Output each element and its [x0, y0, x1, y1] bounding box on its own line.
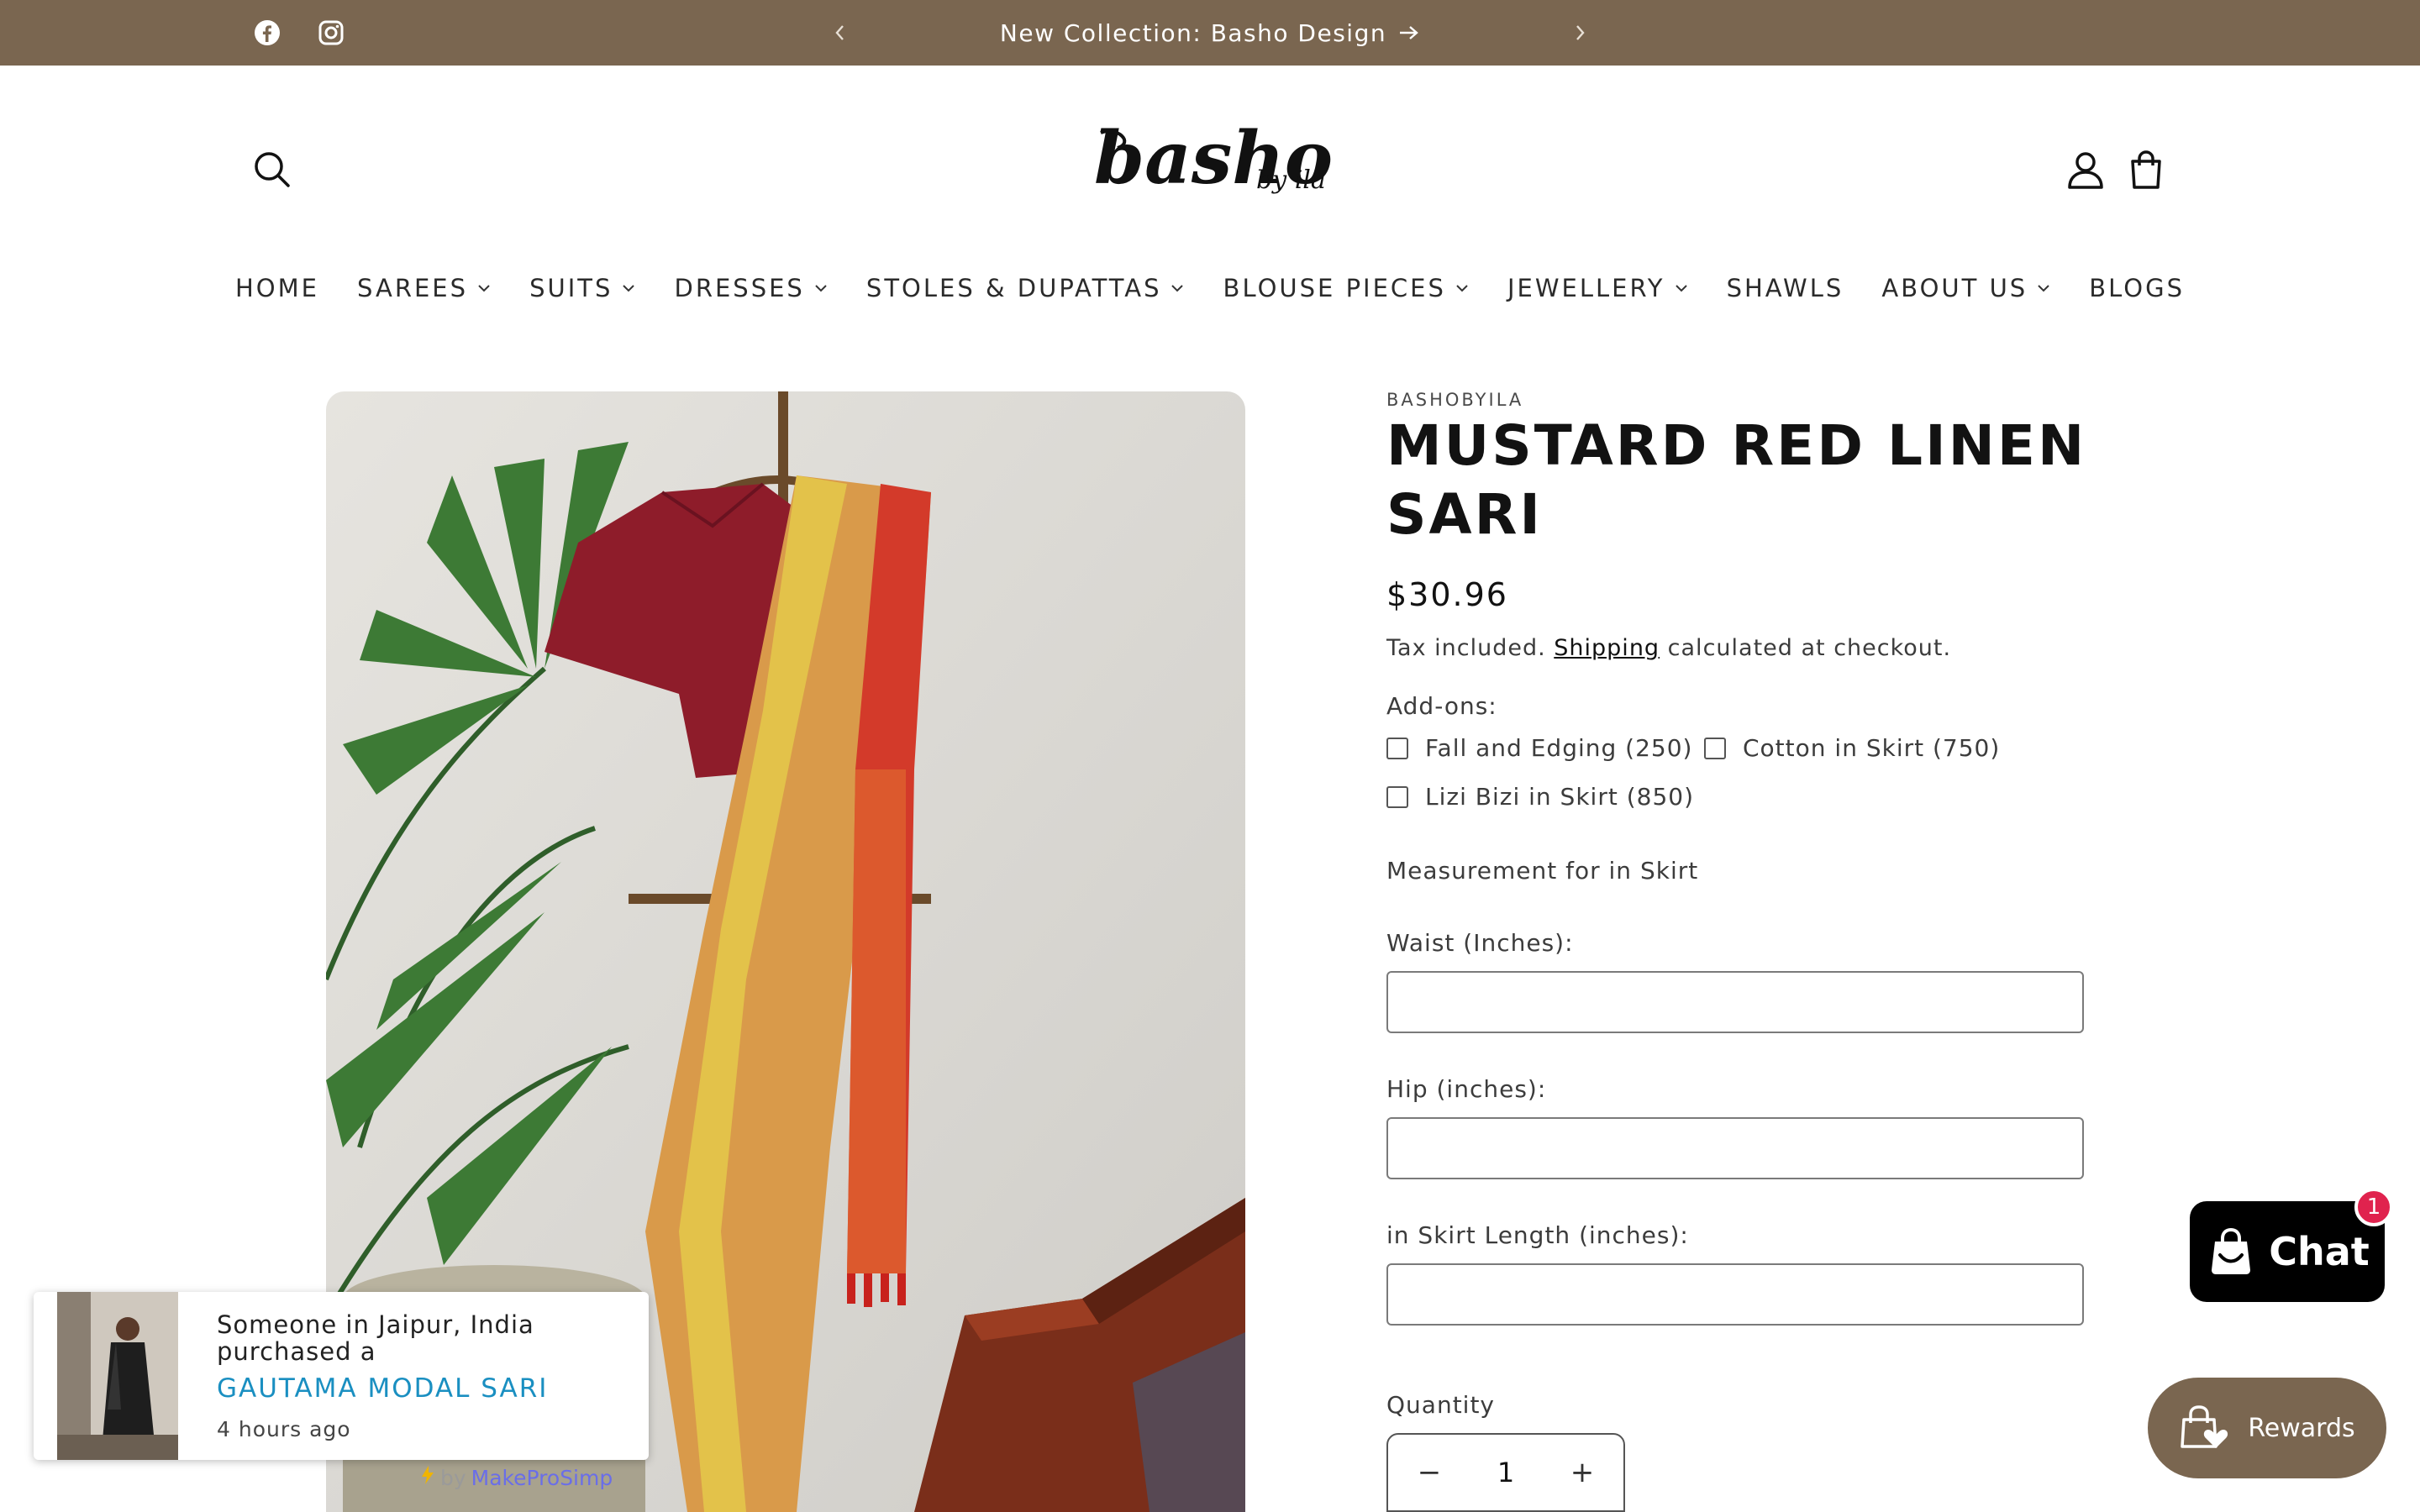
- product-title-line: MUSTARD RED LINEN: [1386, 413, 2087, 478]
- addon-fall-and-edging[interactable]: Fall and Edging (250): [1386, 734, 1692, 762]
- addon-checkbox[interactable]: [1704, 737, 1726, 759]
- chevron-down-icon: [815, 285, 827, 292]
- shopping-bag-icon: [2212, 1228, 2251, 1274]
- product-vendor: BASHOBYILA: [1386, 390, 1524, 410]
- waist-input[interactable]: [1386, 971, 2084, 1033]
- nav-item-label: JEWELLERY: [1507, 274, 1665, 302]
- powered-by[interactable]: by MakeProSimp: [420, 1465, 613, 1490]
- announcement-text: New Collection: Basho Design: [999, 18, 1387, 47]
- addon-label: Lizi Bizi in Skirt (850): [1425, 783, 1694, 811]
- product-price: $30.96: [1386, 576, 1508, 613]
- nav-item-blogs[interactable]: BLOGS: [2089, 274, 2185, 302]
- nav-item-home[interactable]: HOME: [235, 274, 319, 302]
- tax-note-prefix: Tax included.: [1386, 635, 1546, 661]
- nav-item-blouse-pieces[interactable]: BLOUSE PIECES: [1223, 274, 1470, 302]
- measurement-heading: Measurement for in Skirt: [1386, 857, 1699, 885]
- shipping-link[interactable]: Shipping: [1554, 635, 1660, 661]
- search-icon[interactable]: [249, 146, 296, 193]
- nav-item-label: STOLES & DUPATTAS: [865, 274, 1162, 302]
- nav-item-stoles-dupattas[interactable]: STOLES & DUPATTAS: [866, 274, 1186, 302]
- skirt-length-input[interactable]: [1386, 1263, 2084, 1326]
- nav-item-label: ABOUT US: [1881, 274, 2028, 302]
- addon-label: Cotton in Skirt (750): [1743, 734, 2001, 762]
- quantity-label: Quantity: [1386, 1391, 1495, 1419]
- rewards-bag-icon: [2181, 1405, 2228, 1448]
- minus-icon[interactable]: −: [1417, 1456, 1442, 1489]
- announcement-prev-button[interactable]: [825, 18, 855, 48]
- popup-product-thumbnail: [57, 1292, 178, 1460]
- plus-icon[interactable]: +: [1570, 1456, 1595, 1489]
- quantity-value[interactable]: 1: [1497, 1457, 1514, 1488]
- announcement-next-button[interactable]: [1565, 18, 1595, 48]
- nav-item-suits[interactable]: SUITS: [529, 274, 636, 302]
- chevron-down-icon: [623, 285, 635, 292]
- nav-item-dresses[interactable]: DRESSES: [674, 274, 828, 302]
- main-nav: HOME SAREES SUITS DRESSES STOLES & DUPAT…: [235, 267, 2185, 309]
- sales-popup[interactable]: Someone in Jaipur, India purchased a GAU…: [34, 1292, 649, 1460]
- instagram-icon[interactable]: [316, 18, 346, 48]
- nav-item-label: SHAWLS: [1726, 274, 1844, 302]
- rewards-label: Rewards: [2248, 1413, 2355, 1443]
- chevron-down-icon: [1675, 285, 1687, 292]
- popup-message: Someone in Jaipur, India purchased a: [217, 1310, 534, 1366]
- chevron-down-icon: [2038, 285, 2049, 292]
- arrow-right-icon: [1398, 19, 1420, 47]
- account-icon[interactable]: [2062, 146, 2109, 193]
- chevron-down-icon: [1171, 285, 1184, 292]
- nav-item-label: BLOUSE PIECES: [1223, 274, 1446, 302]
- nav-item-label: BLOGS: [2089, 274, 2185, 302]
- chevron-down-icon: [1456, 285, 1468, 292]
- addon-checkbox[interactable]: [1386, 785, 1408, 808]
- announcement-link[interactable]: New Collection: Basho Design: [924, 0, 1496, 66]
- skirt-length-label: in Skirt Length (inches):: [1386, 1221, 1689, 1249]
- popup-time: 4 hours ago: [217, 1416, 351, 1441]
- waist-label: Waist (Inches):: [1386, 929, 1574, 957]
- product-title: MUSTARD RED LINEN SARI: [1386, 412, 2143, 549]
- cart-icon[interactable]: [2123, 146, 2170, 193]
- tax-note-suffix: calculated at checkout.: [1667, 635, 1952, 661]
- popup-product-link[interactable]: GAUTAMA MODAL SARI: [217, 1373, 570, 1404]
- rewards-button[interactable]: Rewards: [2148, 1378, 2386, 1478]
- nav-item-about-us[interactable]: ABOUT US: [1881, 274, 2051, 302]
- quantity-stepper: − 1 +: [1386, 1433, 1625, 1512]
- nav-item-label: DRESSES: [674, 274, 805, 302]
- hip-label: Hip (inches):: [1386, 1075, 1547, 1103]
- chevron-down-icon: [478, 285, 490, 292]
- nav-item-shawls[interactable]: SHAWLS: [1727, 274, 1844, 302]
- nav-item-label: HOME: [235, 274, 319, 302]
- addons-label: Add-ons:: [1386, 692, 1497, 720]
- nav-item-label: SUITS: [529, 274, 613, 302]
- addon-checkbox[interactable]: [1386, 737, 1408, 759]
- addon-label: Fall and Edging (250): [1425, 734, 1693, 762]
- product-title-line: SARI: [1386, 482, 1543, 547]
- addon-lizi-bizi-in-skirt[interactable]: Lizi Bizi in Skirt (850): [1386, 783, 1694, 811]
- powered-by-text: by: [440, 1465, 466, 1490]
- popup-info: Someone in Jaipur, India purchased a GAU…: [217, 1311, 570, 1441]
- lightning-icon: [420, 1465, 435, 1490]
- nav-item-sarees[interactable]: SAREES: [357, 274, 492, 302]
- addon-cotton-in-skirt[interactable]: Cotton in Skirt (750): [1704, 734, 2000, 762]
- site-logo[interactable]: basho by ila: [1084, 116, 1336, 218]
- hip-input[interactable]: [1386, 1117, 2084, 1179]
- facebook-icon[interactable]: [252, 18, 282, 48]
- powered-by-brand: MakeProSimp: [471, 1465, 613, 1490]
- chat-badge: 1: [2354, 1188, 2393, 1226]
- announcement-bar: New Collection: Basho Design: [0, 0, 2420, 66]
- chat-label: Chat: [2269, 1229, 2370, 1274]
- svg-text:by ila: by ila: [1256, 165, 1326, 195]
- tax-note: Tax included. Shipping calculated at che…: [1386, 635, 1951, 661]
- nav-item-jewellery[interactable]: JEWELLERY: [1507, 274, 1689, 302]
- chat-button[interactable]: Chat: [2190, 1201, 2385, 1302]
- nav-item-label: SAREES: [357, 274, 469, 302]
